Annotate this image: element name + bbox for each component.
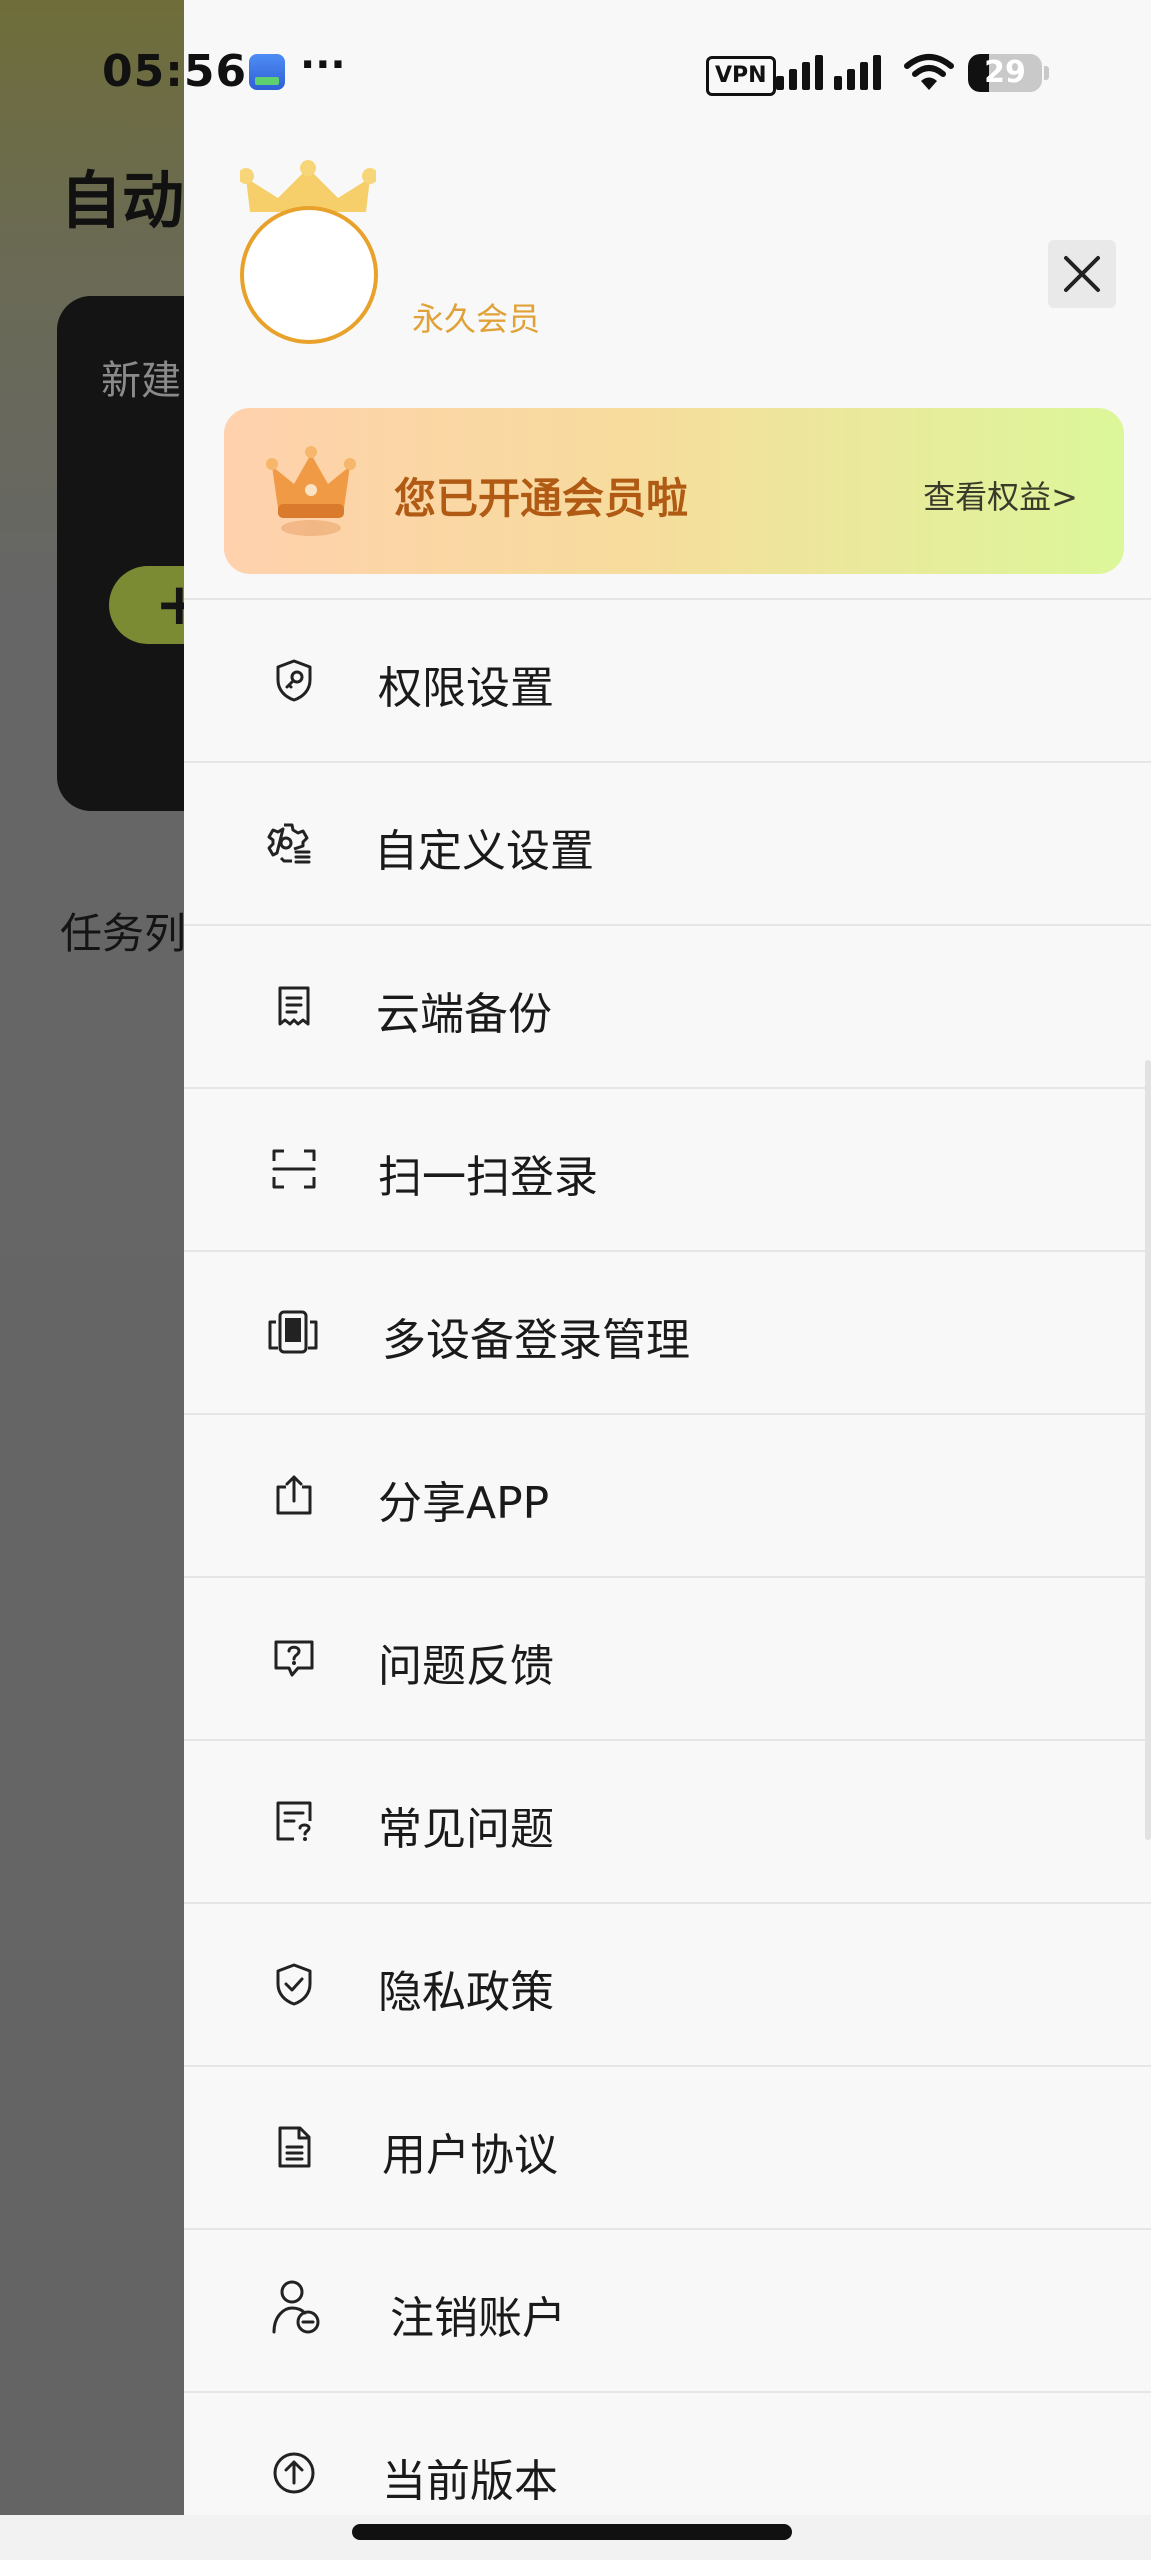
background-section-title: 任务列 [60,909,187,958]
document-icon [278,2126,311,2168]
shield-check-icon [276,1963,312,2006]
menu-item-label: 云端备份 [376,989,552,1040]
app-notification-icon [249,54,285,90]
home-indicator[interactable] [352,2524,792,2540]
battery-icon: 29 [968,54,1042,92]
menu-item-label: 当前版本 [382,2456,558,2507]
devices-icon [268,1310,318,1354]
menu-item-label: 注销账户 [390,2293,566,2344]
menu-item-label: 常见问题 [378,1804,554,1855]
vip-crown-icon [266,446,356,536]
status-bar: 05:56 ··· VPN 29 [0,0,1151,140]
close-button[interactable] [1048,240,1116,308]
background-card-label: 新建 [101,358,181,404]
receipt-icon [278,986,310,1026]
vip-banner[interactable]: 您已开通会员啦 查看权益> [224,408,1124,574]
drawer-menu: 权限设置 自定义设置 云端备份 扫一扫登录 多设备登录管理 分享APP 问题反馈… [184,598,1151,2554]
view-benefits-link[interactable]: 查看权益> [923,472,1078,518]
background-page-title: 自动 [60,164,185,237]
signal-icon [776,55,881,90]
menu-item-label: 多设备登录管理 [382,1315,690,1366]
menu-item-permission-settings[interactable]: 权限设置 [184,600,1151,763]
battery-percentage: 29 [984,55,1026,90]
battery-tip [1044,66,1049,80]
user-remove-icon [272,2280,320,2334]
avatar[interactable] [240,206,378,344]
menu-item-privacy-policy[interactable]: 隐私政策 [184,1904,1151,2067]
menu-item-label: 权限设置 [378,663,554,714]
scan-icon [272,1149,316,1189]
menu-item-label: 隐私政策 [378,1967,554,2018]
menu-item-feedback[interactable]: 问题反馈 [184,1578,1151,1741]
menu-item-label: 分享APP [378,1478,550,1529]
vip-banner-title: 您已开通会员啦 [394,474,689,523]
menu-item-label: 扫一扫登录 [378,1152,598,1203]
member-status-label: 永久会员 [412,300,541,338]
menu-item-user-agreement[interactable]: 用户协议 [184,2067,1151,2230]
menu-item-faq[interactable]: 常见问题 [184,1741,1151,1904]
gear-list-icon [267,823,311,864]
menu-item-share-app[interactable]: 分享APP [184,1415,1151,1578]
wifi-icon [904,54,954,90]
faq-icon [276,1801,312,1841]
menu-item-custom-settings[interactable]: 自定义设置 [184,763,1151,926]
side-drawer: 永久会员 您已开通会员啦 查看权益> 权限设置 自定义设置 云端备份 扫一扫登录… [184,0,1151,2515]
status-time: 05:56 [102,46,248,97]
menu-item-label: 问题反馈 [378,1641,554,1692]
menu-item-cloud-backup[interactable]: 云端备份 [184,926,1151,1089]
feedback-icon [274,1640,314,1677]
menu-item-label: 自定义设置 [374,826,594,877]
version-up-icon [273,2452,315,2494]
menu-item-label: 用户协议 [382,2130,558,2181]
menu-item-scan-login[interactable]: 扫一扫登录 [184,1089,1151,1252]
vpn-badge: VPN [706,56,776,96]
more-notifications-icon: ··· [300,42,346,88]
menu-item-delete-account[interactable]: 注销账户 [184,2230,1151,2393]
shield-key-icon [276,659,312,702]
menu-item-multi-device[interactable]: 多设备登录管理 [184,1252,1151,1415]
close-icon [1064,256,1100,292]
drawer-scrollbar[interactable] [1145,1060,1151,1840]
share-icon [276,1475,312,1515]
